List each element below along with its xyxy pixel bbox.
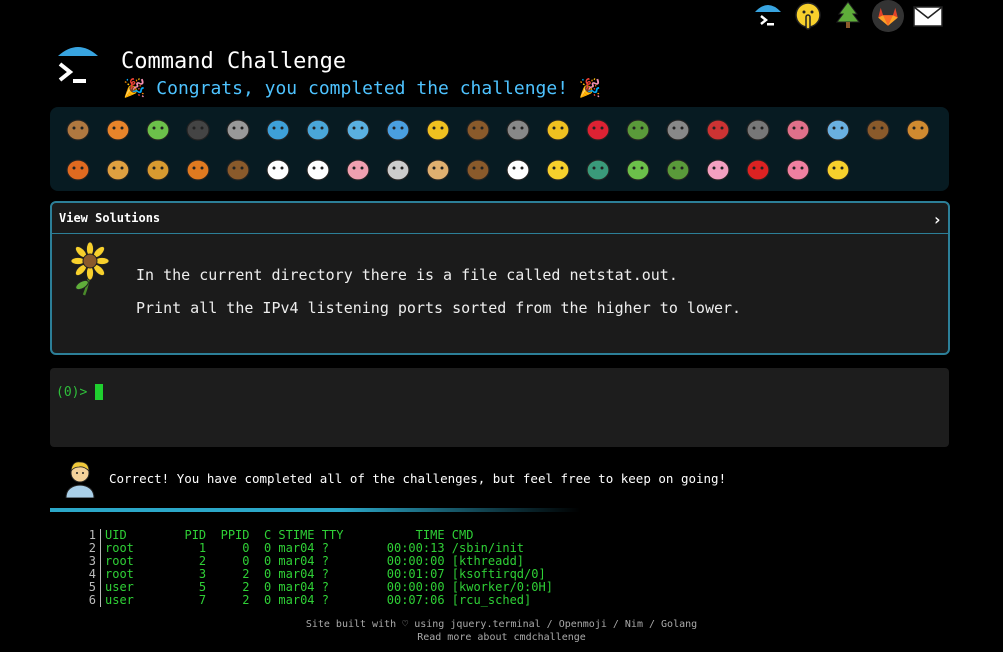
terminal-cursor[interactable]: [95, 384, 103, 400]
unicorn-icon: [258, 150, 298, 188]
pig-icon: [338, 150, 378, 188]
worm-icon: [778, 110, 818, 148]
task-description-line-2: Print all the IPv4 listening ports sorte…: [136, 299, 742, 317]
footer-credits[interactable]: Site built with ♡ using jquery.terminal …: [0, 619, 1003, 630]
file-preview: 1 UID PID PPID C STIME TTY TIME CMD 2 root …: [78, 529, 553, 607]
chimpanzee-icon: [858, 110, 898, 148]
bee-icon: [538, 110, 578, 148]
cow-icon: [298, 150, 338, 188]
whale-icon: [258, 110, 298, 148]
bear-icon: [458, 150, 498, 188]
sunflower-icon: [818, 150, 858, 188]
terminal[interactable]: (0)>: [50, 368, 949, 447]
tropical-fish-icon: [418, 110, 458, 148]
microbe-icon: [818, 110, 858, 148]
progress-bar: [50, 508, 580, 512]
cat-icon: [98, 150, 138, 188]
view-solutions-label: View Solutions: [59, 211, 161, 225]
gitlab-icon[interactable]: [872, 0, 904, 32]
tiger-icon: [178, 150, 218, 188]
hibiscus-icon: [778, 150, 818, 188]
shushing-face-icon[interactable]: [792, 0, 824, 32]
fish-icon: [378, 110, 418, 148]
task-description-line-1: In the current directory there is a file…: [136, 266, 678, 284]
view-solutions-toggle[interactable]: View Solutions: [52, 203, 948, 234]
animals-row-2: [58, 150, 858, 188]
ant-icon: [178, 110, 218, 148]
fly-icon: [738, 110, 778, 148]
line-text: user 7 2 0 mar04 ? 00:07:06 [rcu_sched]: [105, 593, 532, 607]
animals-row-1: [58, 110, 938, 148]
panda-icon: [498, 150, 538, 188]
snail-icon: [58, 110, 98, 148]
hatching-chick-icon: [538, 150, 578, 188]
peacock-icon: [578, 150, 618, 188]
footer-read-more-link[interactable]: Read more about cmdchallenge: [0, 632, 1003, 643]
party-popper-icon: 🎉: [578, 78, 602, 99]
cricket-icon: [618, 110, 658, 148]
person-avatar-icon: [62, 458, 98, 499]
caterpillar-icon: [138, 110, 178, 148]
horse-icon: [218, 150, 258, 188]
congrats-text: Congrats, you completed the challenge!: [156, 78, 569, 99]
line-number: 6: [78, 594, 101, 607]
shark-icon: [298, 110, 338, 148]
page-title: Command Challenge: [121, 49, 347, 74]
wolf-icon: [498, 110, 538, 148]
ladybug-icon: [578, 110, 618, 148]
result-message: Correct! You have completed all of the c…: [109, 471, 727, 486]
umbrella-prompt-icon[interactable]: [752, 0, 784, 32]
dog-icon: [898, 110, 938, 148]
dolphin-icon: [338, 110, 378, 148]
app-logo: [54, 44, 106, 96]
butterfly-icon: [98, 110, 138, 148]
scorpion-icon: [698, 110, 738, 148]
cherry-blossom-icon: [698, 150, 738, 188]
congrats-message: 🎉 Congrats, you completed the challenge!…: [123, 78, 601, 99]
sunflower-icon: [66, 241, 114, 297]
frog-icon: [618, 150, 658, 188]
top-icons: [752, 0, 944, 32]
spider-web-icon: [218, 110, 258, 148]
lion-icon: [138, 150, 178, 188]
dragon-icon: [658, 150, 698, 188]
terminal-prompt: (0)>: [56, 385, 88, 400]
party-popper-icon: 🎉: [123, 78, 146, 99]
evergreen-tree-icon[interactable]: [832, 0, 864, 32]
chevron-right-icon[interactable]: ›: [932, 210, 942, 229]
envelope-icon[interactable]: [912, 0, 944, 32]
mouse-icon: [378, 150, 418, 188]
hamster-icon: [418, 150, 458, 188]
mosquito-icon: [658, 110, 698, 148]
solutions-panel: View Solutions › In the current director…: [50, 201, 950, 355]
otter-icon: [458, 110, 498, 148]
code-line: 6 user 7 2 0 mar04 ? 00:07:06 [rcu_sched]: [78, 594, 553, 607]
completed-challenges-grid: [50, 107, 949, 191]
fox-icon: [58, 150, 98, 188]
rose-icon: [738, 150, 778, 188]
